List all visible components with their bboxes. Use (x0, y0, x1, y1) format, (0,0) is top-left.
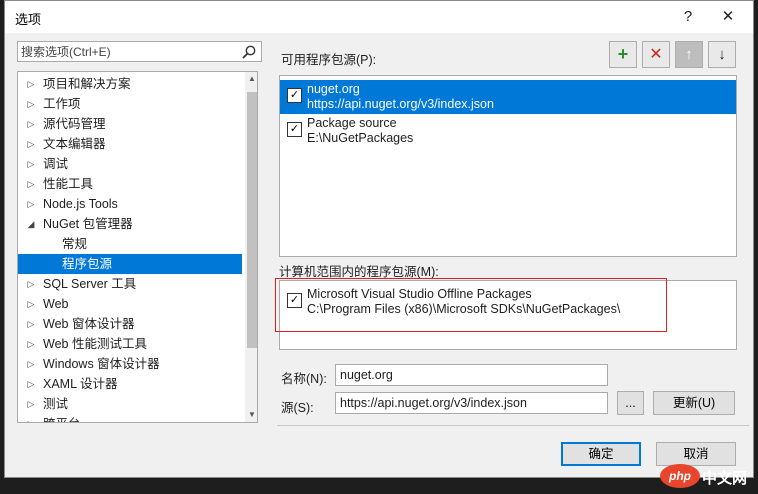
tree-item[interactable]: 程序包源 (18, 254, 242, 274)
tree-item-label: 常规 (62, 237, 88, 251)
tree-item[interactable]: 常规 (18, 234, 242, 254)
chevron-right-icon[interactable]: ▷ (26, 134, 36, 154)
chevron-right-icon[interactable]: ▷ (26, 154, 36, 174)
scroll-down-icon[interactable]: ▼ (245, 408, 257, 422)
source-checkbox[interactable]: ✓ (287, 88, 302, 103)
tree-item[interactable]: ▷ Node.js Tools (18, 194, 242, 214)
source-url: E:\NuGetPackages (307, 131, 414, 145)
browse-button[interactable]: ... (617, 391, 644, 415)
tree-item[interactable]: ▷ Web 性能测试工具 (18, 334, 242, 354)
tree-item[interactable]: ▷ 工作项 (18, 94, 242, 114)
highlight-box (275, 278, 667, 332)
chevron-right-icon[interactable]: ▷ (26, 194, 36, 214)
tree-item[interactable]: ▷ SQL Server 工具 (18, 274, 242, 294)
tree-item-label: 性能工具 (43, 177, 94, 191)
tree-item[interactable]: ▷ 测试 (18, 394, 242, 414)
chevron-right-icon[interactable]: ▷ (26, 374, 36, 394)
chevron-right-icon[interactable]: ▷ (26, 414, 36, 422)
chevron-right-icon[interactable]: ▷ (26, 294, 36, 314)
tree-item[interactable]: ▷ 源代码管理 (18, 114, 242, 134)
options-tree: ▷ 跨平台 ▷ 测试 ▷ XAML 设计器 ▷ Windows 窗体设计器 ▷ Web 性能测试工… (17, 71, 258, 423)
source-field[interactable]: https://api.nuget.org/v3/index.json (335, 392, 608, 414)
scroll-up-icon[interactable]: ▲ (245, 72, 257, 86)
plus-icon: + (617, 44, 629, 64)
watermark-text: 中文网 (702, 470, 748, 487)
available-sources-label: 可用程序包源(P): (281, 53, 377, 67)
tree-item[interactable]: ▷ 调试 (18, 154, 242, 174)
tree-item-label: 测试 (43, 397, 69, 411)
tree-item[interactable]: ▷ Windows 窗体设计器 (18, 354, 242, 374)
tree-item-label: 项目和解决方案 (43, 77, 131, 91)
tree-item-label: Windows 窗体设计器 (43, 357, 160, 371)
update-button[interactable]: 更新(U) (653, 391, 735, 415)
source-item[interactable]: ✓ nuget.org https://api.nuget.org/v3/index… (280, 80, 736, 114)
tree-item-label: 工作项 (43, 97, 81, 111)
remove-source-button[interactable]: ✕ (642, 41, 670, 68)
search-input[interactable] (21, 43, 231, 60)
name-label: 名称(N): (281, 372, 327, 386)
tree-item-label: Web (43, 297, 69, 311)
chevron-right-icon[interactable]: ▷ (26, 394, 36, 414)
options-dialog: 选项 ? ✕ ▷ 跨平台 ▷ 测试 ▷ XAML 设计器 ▷ Windows 窗体设计器 ▷ We… (4, 0, 754, 478)
tree-item-label: 文本编辑器 (43, 137, 106, 151)
chevron-right-icon[interactable]: ▷ (26, 174, 36, 194)
search-icon[interactable] (241, 44, 257, 60)
title-bar: 选项 ? ✕ (5, 1, 753, 33)
tree-item[interactable]: ◢ NuGet 包管理器 (18, 214, 242, 234)
source-checkbox[interactable]: ✓ (287, 122, 302, 137)
tree-item-label: XAML 设计器 (43, 377, 118, 391)
source-url: https://api.nuget.org/v3/index.json (307, 97, 494, 111)
chevron-right-icon[interactable]: ▷ (26, 114, 36, 134)
tree-item-label: Node.js Tools (43, 197, 118, 211)
help-button[interactable]: ? (675, 5, 701, 29)
chevron-expanded-icon[interactable]: ◢ (26, 214, 36, 234)
tree-item[interactable]: ▷ 项目和解决方案 (18, 74, 242, 94)
tree-item-label: SQL Server 工具 (43, 277, 137, 291)
chevron-right-icon[interactable]: ▷ (26, 334, 36, 354)
move-down-button[interactable]: ↓ (708, 41, 736, 68)
window-title: 选项 (15, 12, 42, 27)
remove-icon: ✕ (649, 46, 663, 63)
tree-item-label: 调试 (43, 157, 69, 171)
scroll-thumb[interactable] (247, 92, 257, 348)
name-field[interactable]: nuget.org (335, 364, 608, 386)
tree-item[interactable]: ▷ Web 窗体设计器 (18, 314, 242, 334)
available-sources-list: ✓ nuget.org https://api.nuget.org/v3/index… (279, 75, 737, 257)
tree-item-label: NuGet 包管理器 (43, 217, 133, 231)
chevron-right-icon[interactable]: ▷ (26, 94, 36, 114)
close-button[interactable]: ✕ (715, 5, 741, 29)
tree-item[interactable]: ▷ 性能工具 (18, 174, 242, 194)
tree-item[interactable]: ▷ Web (18, 294, 242, 314)
chevron-right-icon[interactable]: ▷ (26, 314, 36, 334)
search-box[interactable] (17, 41, 262, 62)
tree-item[interactable]: ▷ XAML 设计器 (18, 374, 242, 394)
tree-item[interactable]: ▷ 跨平台 (18, 414, 242, 422)
tree-item-label: Web 窗体设计器 (43, 317, 135, 331)
php-logo-text: php (668, 469, 691, 483)
chevron-right-icon[interactable]: ▷ (26, 274, 36, 294)
tree-item[interactable]: ▷ 文本编辑器 (18, 134, 242, 154)
ok-button[interactable]: 确定 (561, 442, 641, 466)
divider (277, 425, 749, 426)
chevron-right-icon[interactable]: ▷ (26, 74, 36, 94)
source-name: nuget.org (307, 82, 360, 96)
php-watermark: php 中文网 (658, 462, 754, 490)
arrow-down-icon: ↓ (718, 46, 726, 63)
tree-item-label: Web 性能测试工具 (43, 337, 147, 351)
tree-item-label: 跨平台 (43, 414, 81, 422)
add-source-button[interactable]: + (609, 41, 637, 68)
move-up-button[interactable]: ↑ (675, 41, 703, 68)
tree-item-label: 源代码管理 (43, 117, 106, 131)
source-name: Package source (307, 116, 397, 130)
source-item[interactable]: ✓ Package source E:\NuGetPackages (280, 114, 736, 148)
tree-item-label: 程序包源 (62, 257, 113, 271)
arrow-up-icon: ↑ (685, 46, 693, 63)
tree-scrollbar[interactable]: ▲ ▼ (245, 72, 257, 422)
source-label: 源(S): (281, 401, 314, 415)
chevron-right-icon[interactable]: ▷ (26, 354, 36, 374)
